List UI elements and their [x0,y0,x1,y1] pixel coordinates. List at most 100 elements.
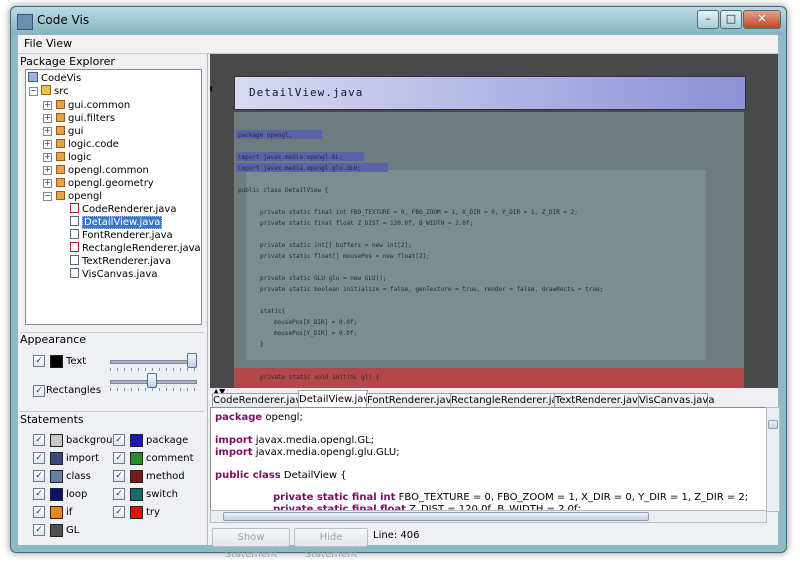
expand-toggle[interactable]: + [43,153,52,162]
statement-color-swatch[interactable] [130,488,143,501]
expand-toggle[interactable]: + [43,127,52,136]
title-bar[interactable]: Code Vis – □ ✕ [11,7,786,35]
code-line: package opengl; [215,412,303,423]
tree-node-package[interactable]: logic [56,151,92,164]
package-tree[interactable]: CodeVis − src + gui.common + gui.filters… [25,69,202,325]
statement-label: switch [146,489,178,500]
minimize-button[interactable]: – [697,10,719,29]
horizontal-scrollbar[interactable] [210,510,767,523]
tree-node-project[interactable]: CodeVis [28,72,81,85]
tree-node-package[interactable]: gui [56,125,83,138]
tree-node-package[interactable]: opengl.geometry [56,177,154,190]
appearance-label: Appearance [20,333,87,346]
code-line: public class DetailView { [215,470,347,481]
vertical-scroll-thumb[interactable] [768,420,778,429]
tab-rectanglerenderer[interactable]: RectangleRenderer.java [450,393,570,408]
statement-color-swatch[interactable] [50,488,63,501]
tab-textrenderer[interactable]: TextRenderer.java [554,393,644,408]
statement-color-swatch[interactable] [50,452,63,465]
window-title: Code Vis [37,13,90,27]
close-button[interactable]: ✕ [743,10,781,29]
tree-node-file[interactable]: CodeRenderer.java [70,203,176,216]
statement-checkbox[interactable]: ✓ [113,470,125,482]
source-folder-icon [41,85,51,95]
tree-node-package[interactable]: opengl.common [56,164,149,177]
statement-color-swatch[interactable] [130,452,143,465]
statement-color-swatch[interactable] [50,524,63,537]
statement-color-swatch[interactable] [130,506,143,519]
tree-node-file[interactable]: TextRenderer.java [70,255,171,268]
tree-node-package[interactable]: logic.code [56,138,119,151]
rectangles-slider-thumb[interactable] [146,373,157,388]
tree-node-package[interactable]: gui.filters [56,112,115,125]
tree-node-file[interactable]: FontRenderer.java [70,229,173,242]
tree-node-file-selected[interactable]: DetailView.java [70,216,163,229]
rectangles-checkbox[interactable]: ✓ [33,385,45,397]
tree-node-package[interactable]: gui.common [56,99,130,112]
package-icon [56,152,65,161]
tree-node-src[interactable]: src [41,85,69,98]
splitter-arrows-icon[interactable]: ◀ [210,84,212,93]
package-icon [56,100,65,109]
java-file-error-icon [70,242,79,252]
vis-line: private static boolean initialize = fals… [260,286,604,293]
hide-statement-button[interactable]: Hide Statement [294,528,368,560]
line-status: Line: 406 [373,530,420,541]
statement-color-swatch[interactable] [50,470,63,483]
code-line: import javax.media.opengl.GL; [215,435,375,446]
text-color-swatch[interactable] [50,355,63,368]
vis-line: public class DetailView { [238,187,329,194]
expand-toggle[interactable]: + [43,140,52,149]
statement-checkbox[interactable]: ✓ [113,506,125,518]
vis-line: static{ [260,308,286,315]
show-statement-button[interactable]: Show Statement [212,528,290,560]
horizontal-scroll-thumb[interactable] [223,512,649,521]
tree-node-file[interactable]: VisCanvas.java [70,268,157,281]
text-slider-thumb[interactable] [187,353,197,368]
expand-toggle[interactable]: + [43,114,52,123]
statement-checkbox[interactable]: ✓ [33,524,45,536]
expand-toggle[interactable]: + [43,101,52,110]
vis-line: package opengl; [238,132,293,139]
maximize-button[interactable]: □ [720,10,742,29]
statement-checkbox[interactable]: ✓ [113,434,125,446]
statement-label: GL [66,525,80,536]
statement-label: import [66,453,100,464]
statement-color-swatch[interactable] [130,470,143,483]
text-opacity-slider[interactable] [110,360,197,364]
statement-color-swatch[interactable] [50,434,63,447]
statement-label: method [146,471,185,482]
expand-toggle[interactable]: + [43,166,52,175]
statement-color-swatch[interactable] [50,506,63,519]
statement-checkbox[interactable]: ✓ [33,434,45,446]
statement-checkbox[interactable]: ✓ [33,506,45,518]
statement-checkbox[interactable]: ✓ [33,452,45,464]
visualization-header: DetailView.java [234,76,746,110]
collapse-toggle[interactable]: − [29,87,38,96]
tab-viscanvas[interactable]: VisCanvas.java [638,393,714,408]
tree-node-package[interactable]: opengl [56,190,102,203]
statements-label: Statements [20,413,84,426]
menu-file[interactable]: File [24,37,42,50]
code-editor[interactable]: package opengl; import javax.media.openg… [210,407,767,512]
vis-line: private static final int FBO_TEXTURE = 0… [260,209,578,216]
rectangles-label: Rectangles [46,385,102,396]
tab-fontrenderer[interactable]: FontRenderer.java [366,393,458,408]
collapse-toggle[interactable]: − [43,192,52,201]
vertical-scrollbar[interactable] [766,407,780,512]
tree-node-file[interactable]: RectangleRenderer.java [70,242,201,255]
divider [20,411,204,412]
java-file-icon [70,229,79,239]
code-visualization-canvas[interactable]: ◀ DetailView.java package opengl; import… [210,54,778,388]
tab-coderenderer[interactable]: CodeRenderer.java [212,393,307,408]
menu-view[interactable]: View [46,37,72,50]
application-window: Code Vis – □ ✕ File View Package Explore… [10,6,787,560]
statement-checkbox[interactable]: ✓ [33,488,45,500]
statement-label: loop [66,489,88,500]
statement-checkbox[interactable]: ✓ [113,452,125,464]
text-checkbox[interactable]: ✓ [33,355,45,367]
statement-color-swatch[interactable] [130,434,143,447]
statement-checkbox[interactable]: ✓ [33,470,45,482]
statement-checkbox[interactable]: ✓ [113,488,125,500]
expand-toggle[interactable]: + [43,179,52,188]
